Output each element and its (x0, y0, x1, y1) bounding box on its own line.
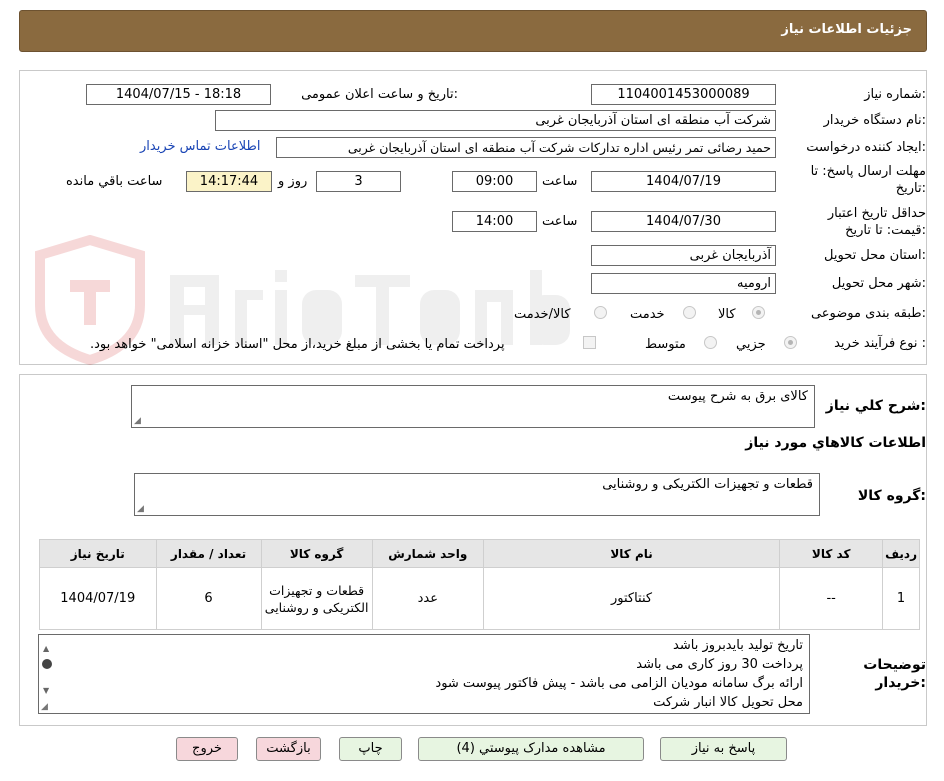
buyer-org-field[interactable]: شرکت آب منطقه ای استان آذربایجان غربی (215, 110, 776, 131)
requester-field[interactable]: حمید رضائی تمر رئیس اداره تدارکات شرکت آ… (276, 137, 776, 158)
goods-group-textarea[interactable]: قطعات و تجهیزات الکتریکی و روشنایی ◢ (134, 473, 820, 516)
price-validity-label-2: قیمت: تا تاریخ: (845, 223, 926, 238)
goods-code: -- (779, 567, 884, 630)
process-minor-radio[interactable] (784, 336, 797, 349)
quantity: 6 (155, 567, 262, 630)
delivery-city-field[interactable]: ارومیه (591, 273, 776, 294)
deadline-time-field[interactable]: 09:00 (452, 171, 537, 192)
price-validity-time-field[interactable]: 14:00 (452, 211, 537, 232)
treasury-payment-note: پرداخت تمام یا بخشی از مبلغ خرید،از محل … (90, 337, 505, 352)
col-unit-header: واحد شمارش (371, 539, 484, 568)
category-goods-radio[interactable] (752, 306, 765, 319)
category-goods-service-radio[interactable] (594, 306, 607, 319)
days-label: روز و (278, 174, 308, 189)
notes-scrollbar[interactable]: ▲ ▼ (41, 639, 53, 709)
resize-grip-icon[interactable]: ◢ (134, 417, 141, 426)
col-qty-header: تعداد / مقدار (155, 539, 262, 568)
back-button[interactable]: بازگشت (256, 737, 321, 761)
note-line: پرداخت 30 روز کاری می باشد (636, 657, 803, 672)
treasury-payment-checkbox[interactable] (583, 336, 596, 349)
buyer-notes-label: توضیحات (863, 657, 926, 673)
unit: عدد (371, 567, 484, 630)
deadline-label-2: تاریخ: (895, 181, 926, 196)
note-line: تاریخ تولید بایدبروز باشد (673, 638, 803, 653)
goods-info-title: اطلاعات کالاهاي مورد نیاز (745, 435, 926, 451)
days-field[interactable]: 3 (316, 171, 401, 192)
general-desc-textarea[interactable]: کالای برق به شرح پیوست ◢ (131, 385, 815, 428)
buyer-notes-label-2: خریدار: (875, 675, 926, 691)
process-medium-label: متوسط (645, 337, 686, 352)
category-service-label: خدمت (630, 307, 665, 322)
category-service-radio[interactable] (683, 306, 696, 319)
reply-button[interactable]: پاسخ به نیاز (660, 737, 787, 761)
deadline-label: مهلت ارسال پاسخ: تا (810, 164, 926, 179)
requester-label: ایجاد کننده درخواست: (806, 140, 926, 155)
process-minor-label: جزیي (736, 337, 766, 352)
general-desc-label: شرح کلي نیاز: (825, 398, 926, 414)
note-line: محل تحویل کالا انبار شرکت (653, 695, 803, 710)
page-title: جزئیات اطلاعات نیاز (781, 22, 912, 37)
need-number-label: شماره نیاز: (864, 87, 926, 102)
general-desc-text: کالای برق به شرح پیوست (667, 389, 808, 404)
announce-datetime-label: تاریخ و ساعت اعلان عمومی: (301, 87, 458, 102)
exit-button[interactable]: خروج (176, 737, 238, 761)
need-number-field[interactable]: 1104001453000089 (591, 84, 776, 105)
category-label: طبقه بندی موضوعی: (810, 306, 926, 321)
col-row-header: ردیف (882, 539, 920, 568)
print-button[interactable]: چاپ (339, 737, 402, 761)
goods-table: ردیف کد کالا نام کالا واحد شمارش گروه کا… (39, 539, 920, 630)
deadline-date-field[interactable]: 1404/07/19 (591, 171, 776, 192)
delivery-province-label: استان محل تحویل: (824, 248, 926, 263)
col-code-header: کد کالا (779, 539, 884, 568)
need-date: 1404/07/19 (39, 567, 157, 630)
deadline-time-label: ساعت (542, 174, 578, 189)
note-line: ارائه برگ سامانه مودیان الزامی می باشد -… (435, 676, 803, 691)
announce-datetime-field[interactable]: 1404/07/15 - 18:18 (86, 84, 271, 105)
buyer-notes-textarea[interactable]: تاریخ تولید بایدبروز باشد پرداخت 30 روز … (38, 634, 810, 714)
category-goods-service-label: کالا/خدمت (514, 307, 571, 322)
buyer-contact-link[interactable]: اطلاعات تماس خریدار (140, 139, 260, 154)
scroll-thumb[interactable] (42, 659, 52, 669)
view-attachments-button[interactable]: مشاهده مدارک پیوستي (4) (418, 737, 644, 761)
process-medium-radio[interactable] (704, 336, 717, 349)
price-validity-label: حداقل تاریخ اعتبار (827, 206, 926, 221)
resize-grip-icon[interactable]: ◢ (137, 505, 144, 514)
col-name-header: نام کالا (482, 539, 781, 568)
price-validity-date-field[interactable]: 1404/07/30 (591, 211, 776, 232)
page-header: جزئیات اطلاعات نیاز (19, 10, 927, 52)
validity-time-label: ساعت (542, 214, 578, 229)
col-group-header: گروه کالا (260, 539, 373, 568)
goods-name: کنتاکتور (482, 567, 781, 630)
remaining-time-label: ساعت باقي مانده (66, 174, 163, 189)
table-row[interactable]: 1 -- کنتاکتور عدد قطعات و تجهیزات الکتری… (39, 567, 920, 630)
delivery-city-label: شهر محل تحویل: (831, 276, 926, 291)
remaining-time-field: 14:17:44 (186, 171, 272, 192)
goods-group-label: گروه کالا: (857, 488, 926, 504)
goods-group: قطعات و تجهیزات الکتریکی و روشنایی (260, 567, 373, 630)
buyer-org-label: نام دستگاه خریدار: (823, 113, 926, 128)
row-number: 1 (882, 567, 920, 630)
category-goods-label: کالا (718, 307, 736, 322)
purchase-process-label: نوع فرآیند خرید : (834, 336, 926, 351)
scroll-down-icon[interactable]: ▼ (43, 681, 49, 700)
resize-grip-icon[interactable]: ◢ (41, 703, 48, 712)
col-date-header: تاریخ نیاز (39, 539, 157, 568)
goods-table-header-row: ردیف کد کالا نام کالا واحد شمارش گروه کا… (39, 539, 920, 568)
delivery-province-field[interactable]: آذربایجان غربی (591, 245, 776, 266)
scroll-up-icon[interactable]: ▲ (43, 639, 49, 658)
goods-group-text: قطعات و تجهیزات الکتریکی و روشنایی (602, 477, 813, 492)
